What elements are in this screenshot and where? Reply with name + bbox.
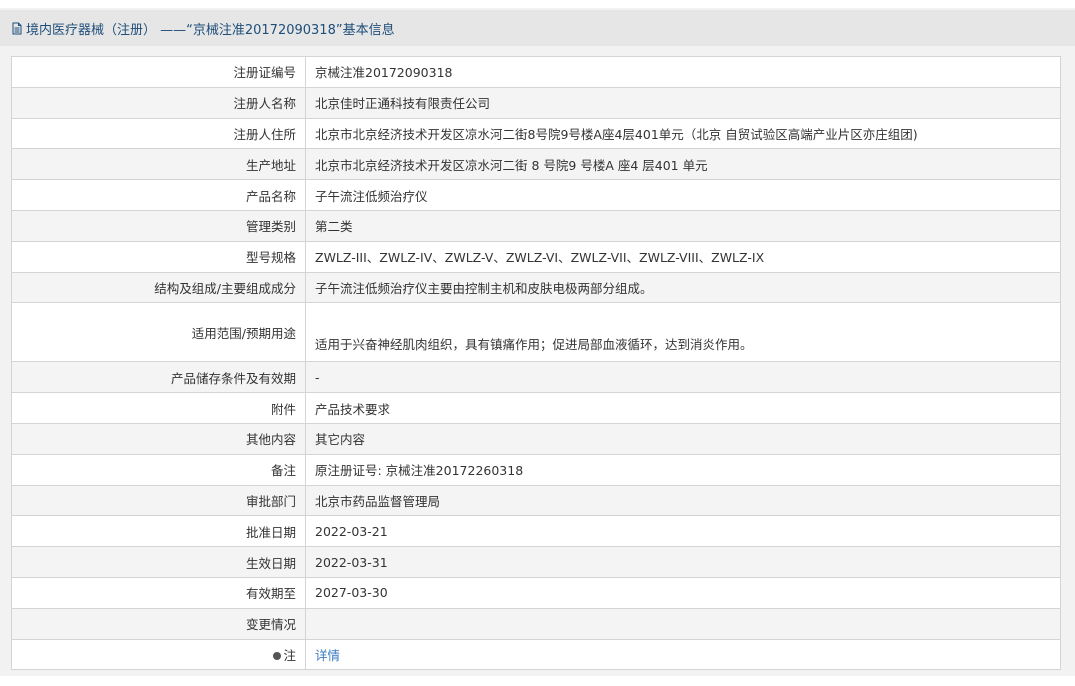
row-label: 有效期至 bbox=[11, 576, 306, 609]
row-label: 产品名称 bbox=[11, 179, 306, 211]
row-value: 北京市药品监督管理局 bbox=[305, 484, 1061, 517]
row-label: 批准日期 bbox=[11, 515, 306, 548]
page-title: 境内医疗器械（注册） ——“京械注准20172090318”基本信息 bbox=[26, 22, 395, 38]
table-row: 注册人名称 北京佳时正通科技有限责任公司 bbox=[11, 86, 1061, 119]
row-value: 子午流注低频治疗仪主要由控制主机和皮肤电极两部分组成。 bbox=[305, 271, 1061, 304]
table-row-note: 注 详情 bbox=[11, 638, 1061, 671]
row-label: 适用范围/预期用途 bbox=[11, 302, 306, 363]
row-value: 北京市北京经济技术开发区凉水河二街8号院9号楼A座4层401单元（北京 自贸试验… bbox=[305, 117, 1061, 150]
row-label: 备注 bbox=[11, 453, 306, 486]
row-value: 2027-03-30 bbox=[305, 576, 1061, 609]
document-icon bbox=[11, 22, 23, 35]
row-label: 型号规格 bbox=[11, 240, 306, 273]
table-row: 其他内容 其它内容 bbox=[11, 422, 1061, 455]
row-label: 注册证编号 bbox=[11, 56, 306, 88]
row-value: 2022-03-31 bbox=[305, 546, 1061, 578]
note-value-cell: 详情 bbox=[305, 638, 1061, 671]
row-value: - bbox=[305, 361, 1061, 394]
row-value bbox=[305, 607, 1061, 640]
table-row: 有效期至 2027-03-30 bbox=[11, 576, 1061, 609]
table-row: 产品名称 子午流注低频治疗仪 bbox=[11, 179, 1061, 211]
table-row: 注册人住所 北京市北京经济技术开发区凉水河二街8号院9号楼A座4层401单元（北… bbox=[11, 117, 1061, 150]
row-value: 适用于兴奋神经肌肉组织，具有镇痛作用；促进局部血液循环，达到消炎作用。 bbox=[305, 302, 1061, 363]
table-row: 变更情况 bbox=[11, 607, 1061, 640]
table-row: 适用范围/预期用途 适用于兴奋神经肌肉组织，具有镇痛作用；促进局部血液循环，达到… bbox=[11, 302, 1061, 363]
note-label: 注 bbox=[283, 647, 296, 663]
table-row: 生效日期 2022-03-31 bbox=[11, 546, 1061, 578]
row-label: 变更情况 bbox=[11, 607, 306, 640]
table-row: 审批部门 北京市药品监督管理局 bbox=[11, 484, 1061, 517]
row-label: 结构及组成/主要组成成分 bbox=[11, 271, 306, 304]
row-value: 京械注准20172090318 bbox=[305, 56, 1061, 88]
row-label: 其他内容 bbox=[11, 422, 306, 455]
table-row: 产品储存条件及有效期 - bbox=[11, 361, 1061, 394]
row-label: 管理类别 bbox=[11, 209, 306, 242]
row-label: 生效日期 bbox=[11, 546, 306, 578]
info-panel: 境内医疗器械（注册） ——“京械注准20172090318”基本信息 注册证编号… bbox=[0, 8, 1075, 676]
table-row: 管理类别 第二类 bbox=[11, 209, 1061, 242]
row-value: 北京市北京经济技术开发区凉水河二街 8 号院9 号楼A 座4 层401 单元 bbox=[305, 148, 1061, 181]
info-table: 注册证编号 京械注准20172090318 注册人名称 北京佳时正通科技有限责任… bbox=[11, 56, 1061, 671]
row-label: 注册人住所 bbox=[11, 117, 306, 150]
note-label-cell: 注 bbox=[11, 638, 306, 671]
details-link[interactable]: 详情 bbox=[315, 648, 340, 663]
row-label: 注册人名称 bbox=[11, 86, 306, 119]
row-value: ZWLZ-III、ZWLZ-IV、ZWLZ-V、ZWLZ-VI、ZWLZ-VII… bbox=[305, 240, 1061, 273]
table-row: 结构及组成/主要组成成分 子午流注低频治疗仪主要由控制主机和皮肤电极两部分组成。 bbox=[11, 271, 1061, 304]
dot-icon bbox=[273, 651, 282, 660]
table-row: 型号规格 ZWLZ-III、ZWLZ-IV、ZWLZ-V、ZWLZ-VI、ZWL… bbox=[11, 240, 1061, 273]
row-value: 2022-03-21 bbox=[305, 515, 1061, 548]
row-value: 产品技术要求 bbox=[305, 392, 1061, 424]
row-value: 原注册证号: 京械注准20172260318 bbox=[305, 453, 1061, 486]
row-label: 审批部门 bbox=[11, 484, 306, 517]
row-label: 产品储存条件及有效期 bbox=[11, 361, 306, 394]
row-value: 北京佳时正通科技有限责任公司 bbox=[305, 86, 1061, 119]
row-value: 其它内容 bbox=[305, 422, 1061, 455]
table-row: 生产地址 北京市北京经济技术开发区凉水河二街 8 号院9 号楼A 座4 层401… bbox=[11, 148, 1061, 181]
table-row: 批准日期 2022-03-21 bbox=[11, 515, 1061, 548]
panel-header: 境内医疗器械（注册） ——“京械注准20172090318”基本信息 bbox=[0, 10, 1075, 46]
row-label: 附件 bbox=[11, 392, 306, 424]
row-value: 第二类 bbox=[305, 209, 1061, 242]
row-value: 子午流注低频治疗仪 bbox=[305, 179, 1061, 211]
table-row: 注册证编号 京械注准20172090318 bbox=[11, 56, 1061, 88]
table-row: 附件 产品技术要求 bbox=[11, 392, 1061, 424]
row-label: 生产地址 bbox=[11, 148, 306, 181]
table-row: 备注 原注册证号: 京械注准20172260318 bbox=[11, 453, 1061, 486]
